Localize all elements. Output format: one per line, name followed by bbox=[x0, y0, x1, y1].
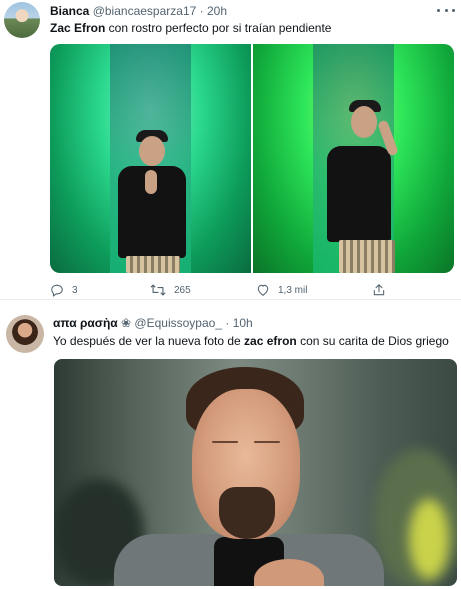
timestamp[interactable]: 10h bbox=[233, 316, 253, 330]
author-emoji: ❀ bbox=[121, 316, 132, 330]
avatar[interactable] bbox=[6, 315, 44, 353]
tweet-actions: 3 265 1,3 mil bbox=[50, 283, 450, 299]
timestamp[interactable]: 20h bbox=[207, 4, 227, 18]
author-handle[interactable]: @Equissoypao_ bbox=[134, 316, 222, 330]
share-icon bbox=[372, 283, 386, 297]
more-icon[interactable] bbox=[437, 7, 455, 13]
tweet-text-bold: zac efron bbox=[244, 334, 297, 348]
reply-icon bbox=[50, 283, 64, 297]
like-count: 1,3 mil bbox=[278, 284, 308, 296]
photo-grid[interactable] bbox=[50, 44, 454, 273]
photo-right[interactable] bbox=[253, 44, 454, 273]
separator: · bbox=[225, 316, 230, 330]
author-name[interactable]: απα ρασὴα bbox=[53, 316, 118, 330]
like-button[interactable]: 1,3 mil bbox=[256, 283, 307, 297]
tweet-header: Bianca @biancaesparza17 · 20h bbox=[50, 3, 227, 19]
like-icon bbox=[256, 283, 270, 297]
retweet-button[interactable]: 265 bbox=[150, 283, 191, 297]
tweet-1[interactable]: Bianca @biancaesparza17 · 20h Zac Efron … bbox=[0, 0, 461, 300]
meme-photo[interactable] bbox=[54, 359, 457, 586]
tweet-header: απα ρασὴα ❀ @Equissoypao_ · 10h bbox=[53, 315, 253, 331]
author-name[interactable]: Bianca bbox=[50, 4, 89, 18]
reply-button[interactable]: 3 bbox=[50, 283, 78, 297]
share-button[interactable] bbox=[372, 283, 386, 297]
tweet-text-bold: Zac Efron bbox=[50, 21, 106, 35]
retweet-icon bbox=[150, 283, 166, 297]
author-handle[interactable]: @biancaesparza17 bbox=[93, 4, 197, 18]
avatar[interactable] bbox=[4, 2, 40, 38]
tweet-text-after: con su carita de Dios griego bbox=[296, 334, 449, 348]
separator: · bbox=[199, 4, 204, 18]
photo-left[interactable] bbox=[50, 44, 251, 273]
retweet-count: 265 bbox=[174, 284, 191, 296]
tweet-text-rest: con rostro perfecto por si traían pendie… bbox=[105, 21, 332, 35]
tweet-text: Yo después de ver la nueva foto de zac e… bbox=[53, 333, 449, 349]
tweet-2[interactable]: απα ρασὴα ❀ @Equissoypao_ · 10h Yo despu… bbox=[0, 300, 461, 589]
reply-count: 3 bbox=[72, 284, 78, 296]
tweet-text-before: Yo después de ver la nueva foto de bbox=[53, 334, 245, 348]
tweet-text: Zac Efron con rostro perfecto por si tra… bbox=[50, 20, 331, 36]
